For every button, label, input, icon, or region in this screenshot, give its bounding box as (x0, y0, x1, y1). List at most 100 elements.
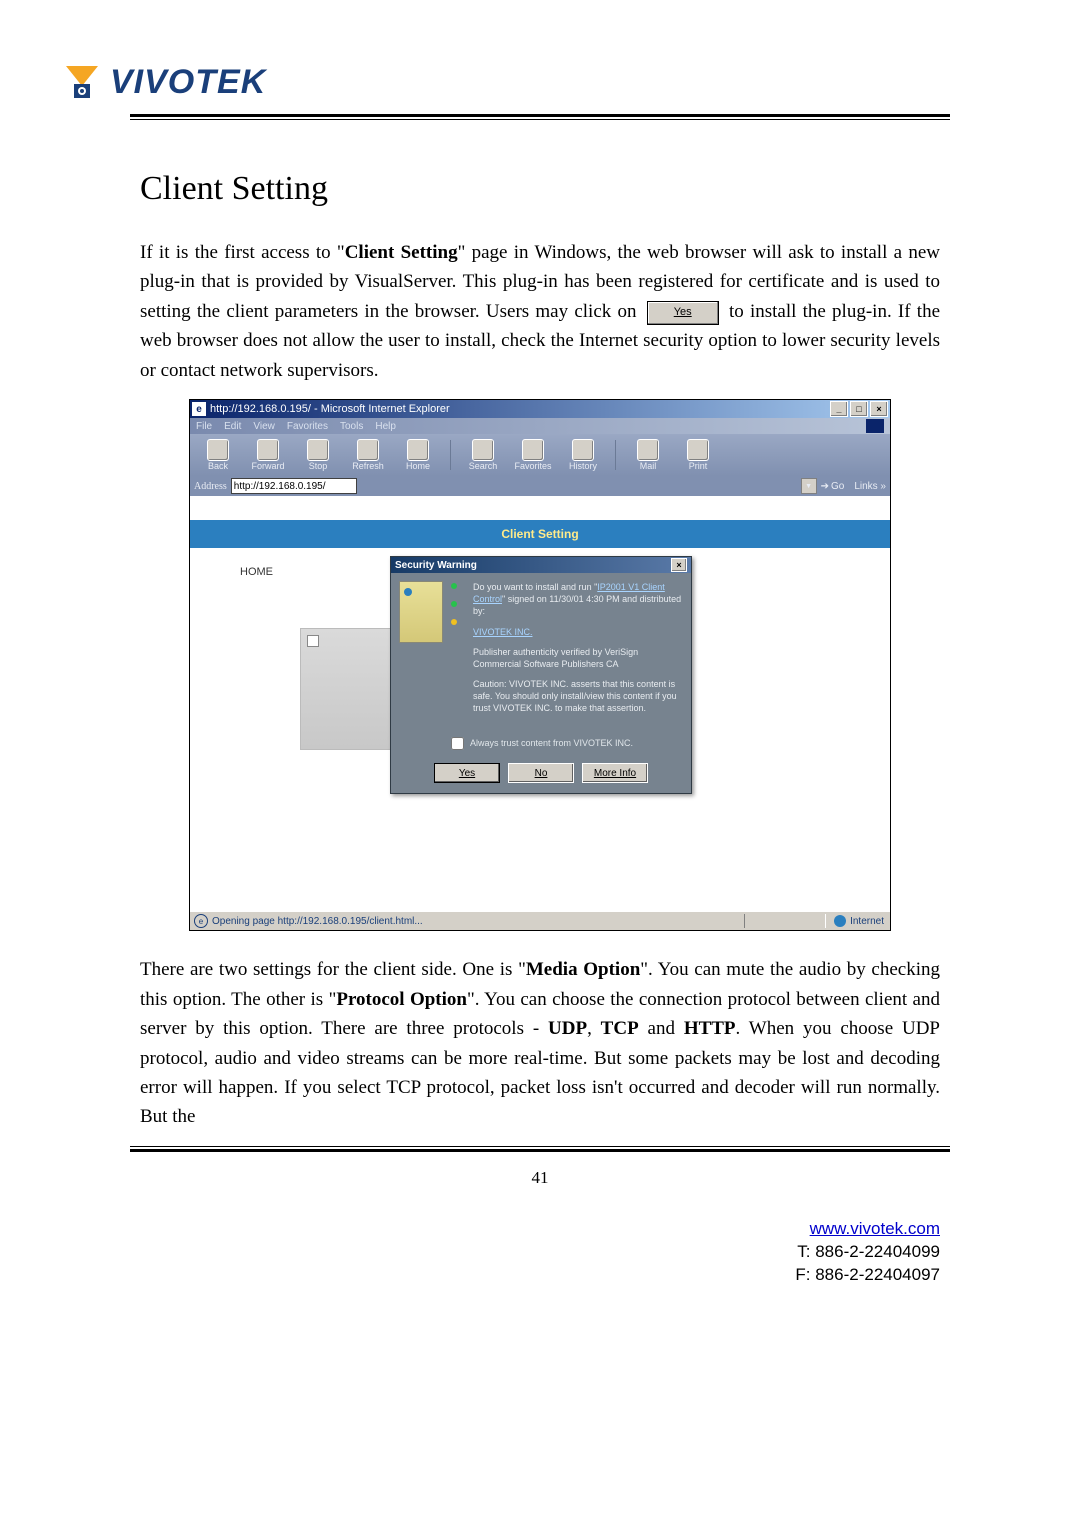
footer-tel: T: 886-2-22404099 (797, 1242, 940, 1261)
close-window-button[interactable]: × (870, 401, 888, 417)
bold-client-setting: Client Setting (345, 242, 458, 263)
client-setting-banner: Client Setting (190, 520, 890, 548)
stop-icon (307, 439, 329, 461)
menu-edit[interactable]: Edit (224, 421, 241, 432)
text: and (639, 1018, 684, 1039)
menu-view[interactable]: View (253, 421, 275, 432)
tb-separator (615, 440, 616, 470)
tb-label: Refresh (352, 461, 384, 471)
footer-rule (130, 1146, 950, 1152)
dialog-body-text: Do you want to install and run "IP2001 V… (473, 581, 683, 722)
go-button[interactable]: ➔Go (821, 481, 845, 492)
tb-history[interactable]: History (561, 439, 605, 471)
address-dropdown-button[interactable]: ▼ (801, 478, 817, 494)
tb-separator (450, 440, 451, 470)
ie-toolbar: Back Forward Stop Refresh Home Search Fa… (190, 434, 890, 476)
home-link[interactable]: HOME (240, 566, 273, 578)
ie-icon: e (192, 402, 206, 416)
back-icon (207, 439, 229, 461)
footer-url[interactable]: www.vivotek.com (810, 1219, 940, 1238)
ie-addressbar: Address http://192.168.0.195/ ▼ ➔Go Link… (190, 476, 890, 496)
tb-mail[interactable]: Mail (626, 439, 670, 471)
bold-http: HTTP (684, 1018, 736, 1039)
text: If it is the first access to " (140, 242, 345, 263)
bold-protocol-option: Protocol Option (336, 989, 467, 1010)
minimize-button[interactable]: _ (830, 401, 848, 417)
zone-label: Internet (850, 916, 884, 927)
forward-icon (257, 439, 279, 461)
tb-label: Print (689, 461, 708, 471)
home-icon (407, 439, 429, 461)
security-warning-dialog: Security Warning × Do you w (390, 556, 692, 794)
maximize-button[interactable]: □ (850, 401, 868, 417)
header-rule (130, 114, 950, 120)
always-trust-checkbox-row[interactable]: Always trust content from VIVOTEK INC. (391, 730, 691, 757)
check-dot-icon (451, 583, 457, 589)
menu-help[interactable]: Help (375, 421, 396, 432)
refresh-icon (357, 439, 379, 461)
tb-label: Mail (640, 461, 657, 471)
go-label: Go (831, 481, 844, 492)
ie-throbber-icon (866, 419, 884, 433)
history-icon (572, 439, 594, 461)
placeholder-icon (307, 635, 319, 647)
menu-tools[interactable]: Tools (340, 421, 363, 432)
btn-label: No (535, 768, 548, 779)
search-icon (472, 439, 494, 461)
links-label[interactable]: Links » (854, 481, 886, 492)
tb-print[interactable]: Print (676, 439, 720, 471)
ie-menubar: File Edit View Favorites Tools Help (190, 418, 890, 434)
caution-dot-icon (451, 619, 457, 625)
bold-udp: UDP (548, 1018, 587, 1039)
ie-title-text: http://192.168.0.195/ - Microsoft Intern… (210, 403, 830, 415)
always-trust-checkbox[interactable] (451, 737, 464, 750)
tb-search[interactable]: Search (461, 439, 505, 471)
logo-mark-icon (60, 60, 104, 104)
text: There are two settings for the client si… (140, 959, 526, 980)
address-input[interactable]: http://192.168.0.195/ (231, 478, 357, 494)
address-value: http://192.168.0.195/ (234, 481, 326, 492)
ie-statusbar: e Opening page http://192.168.0.195/clie… (190, 911, 890, 930)
logo-text: VIVOTEK (110, 63, 266, 102)
btn-label: More Info (594, 768, 636, 779)
tb-label: Home (406, 461, 430, 471)
address-label: Address (194, 481, 227, 492)
second-paragraph: There are two settings for the client si… (140, 955, 940, 1132)
tb-refresh[interactable]: Refresh (346, 439, 390, 471)
print-icon (687, 439, 709, 461)
menu-file[interactable]: File (196, 421, 212, 432)
certificate-icon (399, 581, 443, 643)
tb-label: Back (208, 461, 228, 471)
dialog-yes-button[interactable]: Yes (434, 763, 500, 783)
tb-home[interactable]: Home (396, 439, 440, 471)
footer-fax: F: 886-2-22404097 (795, 1265, 940, 1284)
dialog-titlebar: Security Warning × (391, 557, 691, 573)
tb-back[interactable]: Back (196, 439, 240, 471)
always-trust-label: Always trust content from VIVOTEK INC. (470, 738, 633, 748)
zone-indicator: Internet (828, 915, 890, 927)
tb-label: History (569, 461, 597, 471)
yes-button-inline[interactable]: Yes (647, 301, 719, 325)
publisher-link[interactable]: VIVOTEK INC. (473, 627, 533, 637)
status-text: Opening page http://192.168.0.195/client… (212, 916, 423, 927)
ie-content: Client Setting HOME Security Warning × (190, 496, 890, 912)
dialog-moreinfo-button[interactable]: More Info (582, 763, 648, 783)
tb-stop[interactable]: Stop (296, 439, 340, 471)
check-dot-icon (451, 601, 457, 607)
tb-label: Forward (251, 461, 284, 471)
bold-media-option: Media Option (526, 959, 640, 980)
globe-icon (834, 915, 846, 927)
mail-icon (637, 439, 659, 461)
yes-button-label: Yes (674, 304, 692, 321)
tb-label: Favorites (514, 461, 551, 471)
menu-favorites[interactable]: Favorites (287, 421, 328, 432)
page-number: 41 (140, 1168, 940, 1188)
tb-label: Stop (309, 461, 328, 471)
logo: VIVOTEK (60, 60, 940, 104)
dialog-close-button[interactable]: × (671, 558, 687, 572)
favorites-icon (522, 439, 544, 461)
page-title: Client Setting (140, 170, 940, 208)
tb-forward[interactable]: Forward (246, 439, 290, 471)
tb-favorites[interactable]: Favorites (511, 439, 555, 471)
dialog-no-button[interactable]: No (508, 763, 574, 783)
